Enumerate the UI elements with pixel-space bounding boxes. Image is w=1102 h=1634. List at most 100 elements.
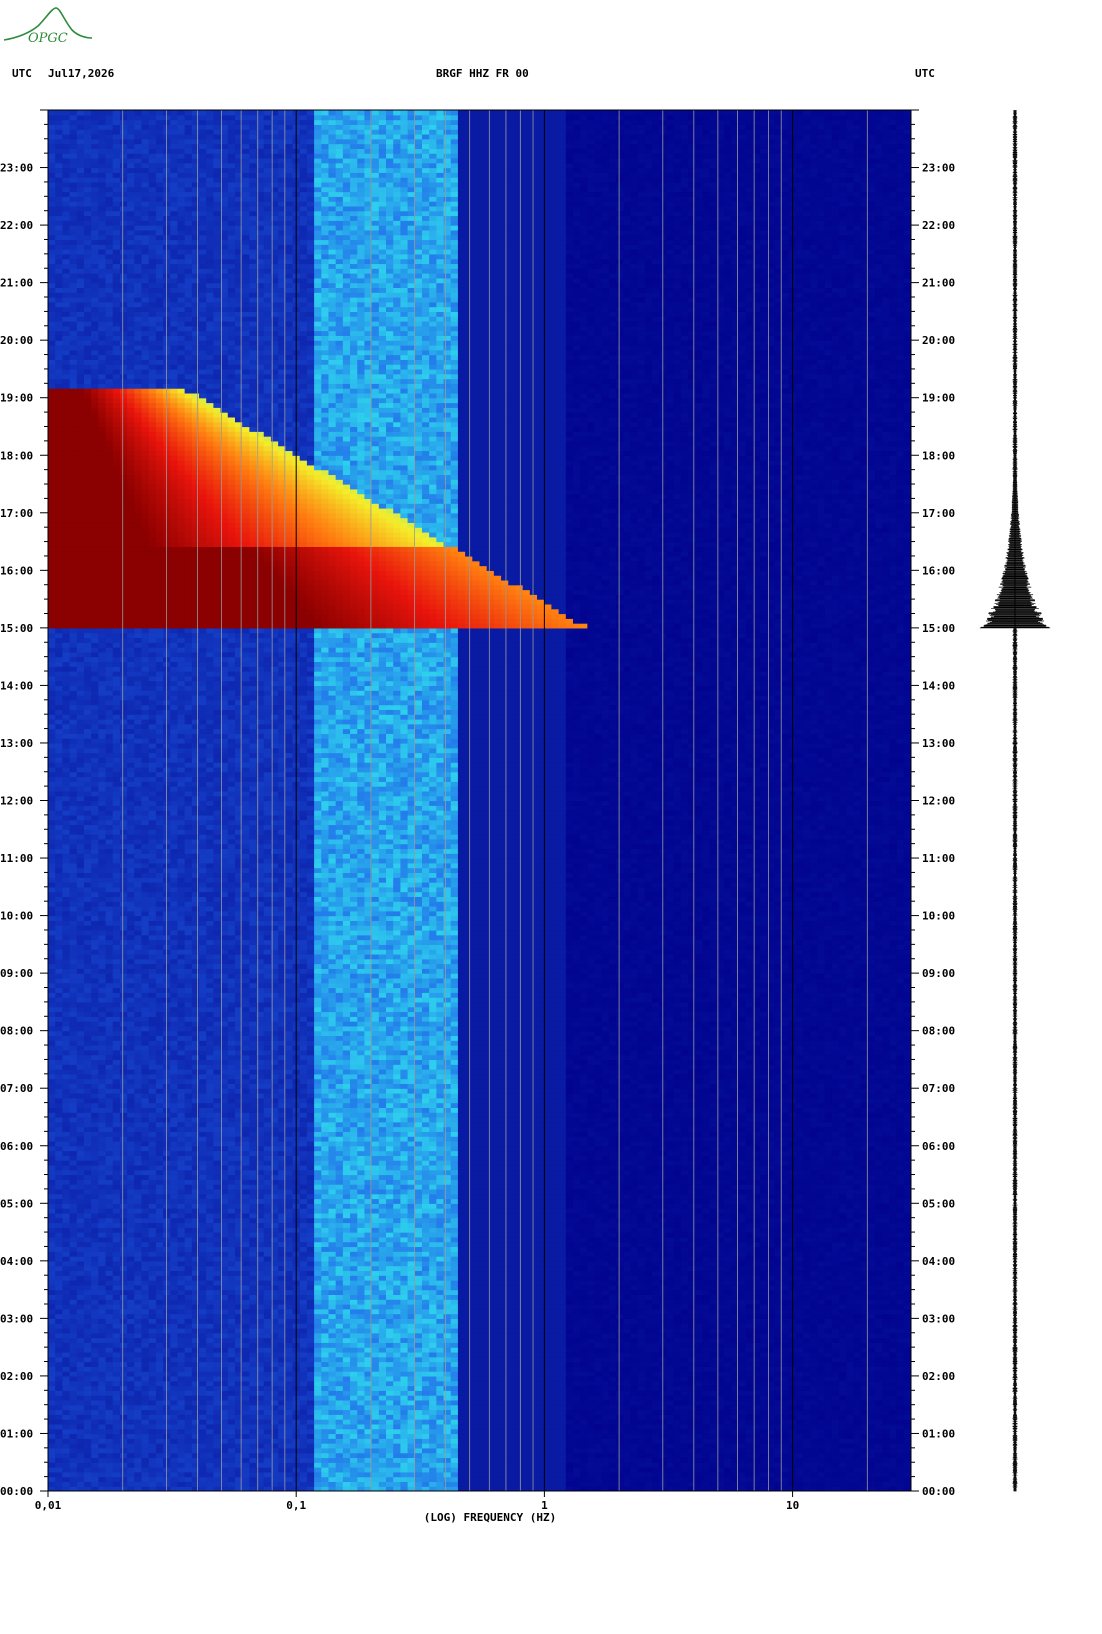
heatmap-cell (342, 1303, 351, 1310)
heatmap-cell (702, 1438, 711, 1444)
heatmap-cell (889, 1308, 898, 1315)
heatmap-cell (522, 1428, 531, 1435)
heatmap-cell (407, 1332, 416, 1339)
heatmap-cell (378, 1419, 387, 1425)
heatmap-cell (515, 1438, 524, 1444)
heatmap-cell (810, 1467, 819, 1473)
heatmap-cell (55, 1313, 63, 1319)
heatmap-cell (342, 1342, 351, 1348)
heatmap-cell (846, 1299, 855, 1305)
heatmap-cell (98, 1467, 107, 1473)
heatmap-cell (824, 1342, 833, 1348)
heatmap-cell (896, 1481, 905, 1487)
heatmap-cell (371, 1323, 380, 1329)
heatmap-cell (342, 1371, 351, 1377)
heatmap-cell (83, 1462, 92, 1468)
heatmap-cell (335, 1419, 344, 1425)
heatmap-cell (342, 1452, 351, 1459)
heatmap-cell (443, 1308, 452, 1315)
heatmap-cell (371, 1299, 380, 1305)
heatmap-cell (91, 1327, 99, 1334)
heatmap-cell (745, 1471, 754, 1478)
heatmap-cell (608, 1471, 617, 1478)
heatmap-cell (105, 1356, 114, 1363)
heatmap-cell (134, 1481, 143, 1487)
heatmap-cell (680, 1433, 689, 1439)
heatmap-cell (177, 1347, 186, 1353)
heatmap-cell (817, 1327, 826, 1334)
heatmap-cell (234, 1380, 243, 1387)
heatmap-cell (400, 1447, 409, 1454)
heatmap-cell (450, 1308, 459, 1315)
heatmap-cell (587, 1443, 596, 1449)
heatmap-cell (306, 1380, 315, 1387)
heatmap-cell (407, 1395, 416, 1401)
heatmap-cell (759, 1332, 768, 1339)
heatmap-cell (285, 1361, 294, 1367)
heatmap-cell (421, 1395, 430, 1401)
heatmap-cell (522, 1327, 531, 1334)
heatmap-cell (83, 1404, 92, 1411)
heatmap-cell (608, 1443, 617, 1449)
heatmap-cell (688, 1318, 696, 1324)
heatmap-cell (781, 1399, 790, 1406)
heatmap-cell (55, 1409, 63, 1415)
heatmap-cell (62, 1428, 71, 1435)
heatmap-cell (321, 1399, 330, 1406)
heatmap-cell (817, 1313, 826, 1319)
heatmap-cell (242, 1399, 250, 1406)
heatmap-cell (759, 1380, 768, 1387)
heatmap-cell (328, 1423, 337, 1430)
heatmap-cell (846, 1323, 855, 1329)
heatmap-cell (529, 1313, 538, 1319)
heatmap-cell (69, 1294, 78, 1300)
heatmap-cell (350, 1313, 358, 1319)
heatmap-cell (141, 1351, 150, 1358)
heatmap-cell (443, 1476, 452, 1483)
heatmap-cell (630, 1438, 639, 1444)
heatmap-cell (529, 1332, 538, 1339)
heatmap-cell (119, 1452, 128, 1459)
heatmap-cell (450, 1385, 459, 1391)
heatmap-cell (486, 1452, 495, 1459)
heatmap-cell (889, 1323, 898, 1329)
heatmap-cell (759, 1337, 768, 1343)
heatmap-cell (493, 1318, 502, 1324)
heatmap-cell (515, 1356, 524, 1363)
heatmap-cell (328, 1476, 337, 1483)
heatmap-cell (342, 1433, 351, 1439)
heatmap-cell (875, 1414, 883, 1420)
heatmap-cell (537, 1476, 545, 1483)
heatmap-cell (350, 1462, 358, 1468)
heatmap-cell (846, 1375, 855, 1382)
heatmap-cell (616, 1385, 624, 1391)
heatmap-cell (421, 1443, 430, 1449)
heatmap-cell (98, 1323, 107, 1329)
heatmap-cell (465, 1399, 473, 1406)
heatmap-cell (249, 1361, 258, 1367)
heatmap-cell (83, 1323, 92, 1329)
heatmap-cell (724, 1433, 732, 1439)
heatmap-cell (479, 1366, 488, 1372)
heatmap-cell (314, 1395, 322, 1401)
heatmap-cell (285, 1433, 294, 1439)
heatmap-cell (724, 1299, 732, 1305)
heatmap-cell (393, 1414, 401, 1420)
heatmap-cell (551, 1294, 560, 1300)
heatmap-cell (83, 1481, 92, 1487)
heatmap-cell (666, 1323, 675, 1329)
heatmap-cell (759, 1342, 768, 1348)
heatmap-cell (551, 1375, 560, 1382)
heatmap-cell (896, 1361, 905, 1367)
heatmap-cell (213, 1308, 222, 1315)
heatmap-cell (191, 1371, 200, 1377)
heatmap-cell (839, 1399, 847, 1406)
heatmap-cell (759, 1433, 768, 1439)
heatmap-cell (177, 1337, 186, 1343)
heatmap-cell (450, 1404, 459, 1411)
heatmap-cell (234, 1303, 243, 1310)
heatmap-cell (436, 1356, 445, 1363)
heatmap-cell (479, 1332, 488, 1339)
heatmap-cell (170, 1327, 179, 1334)
heatmap-cell (508, 1385, 517, 1391)
